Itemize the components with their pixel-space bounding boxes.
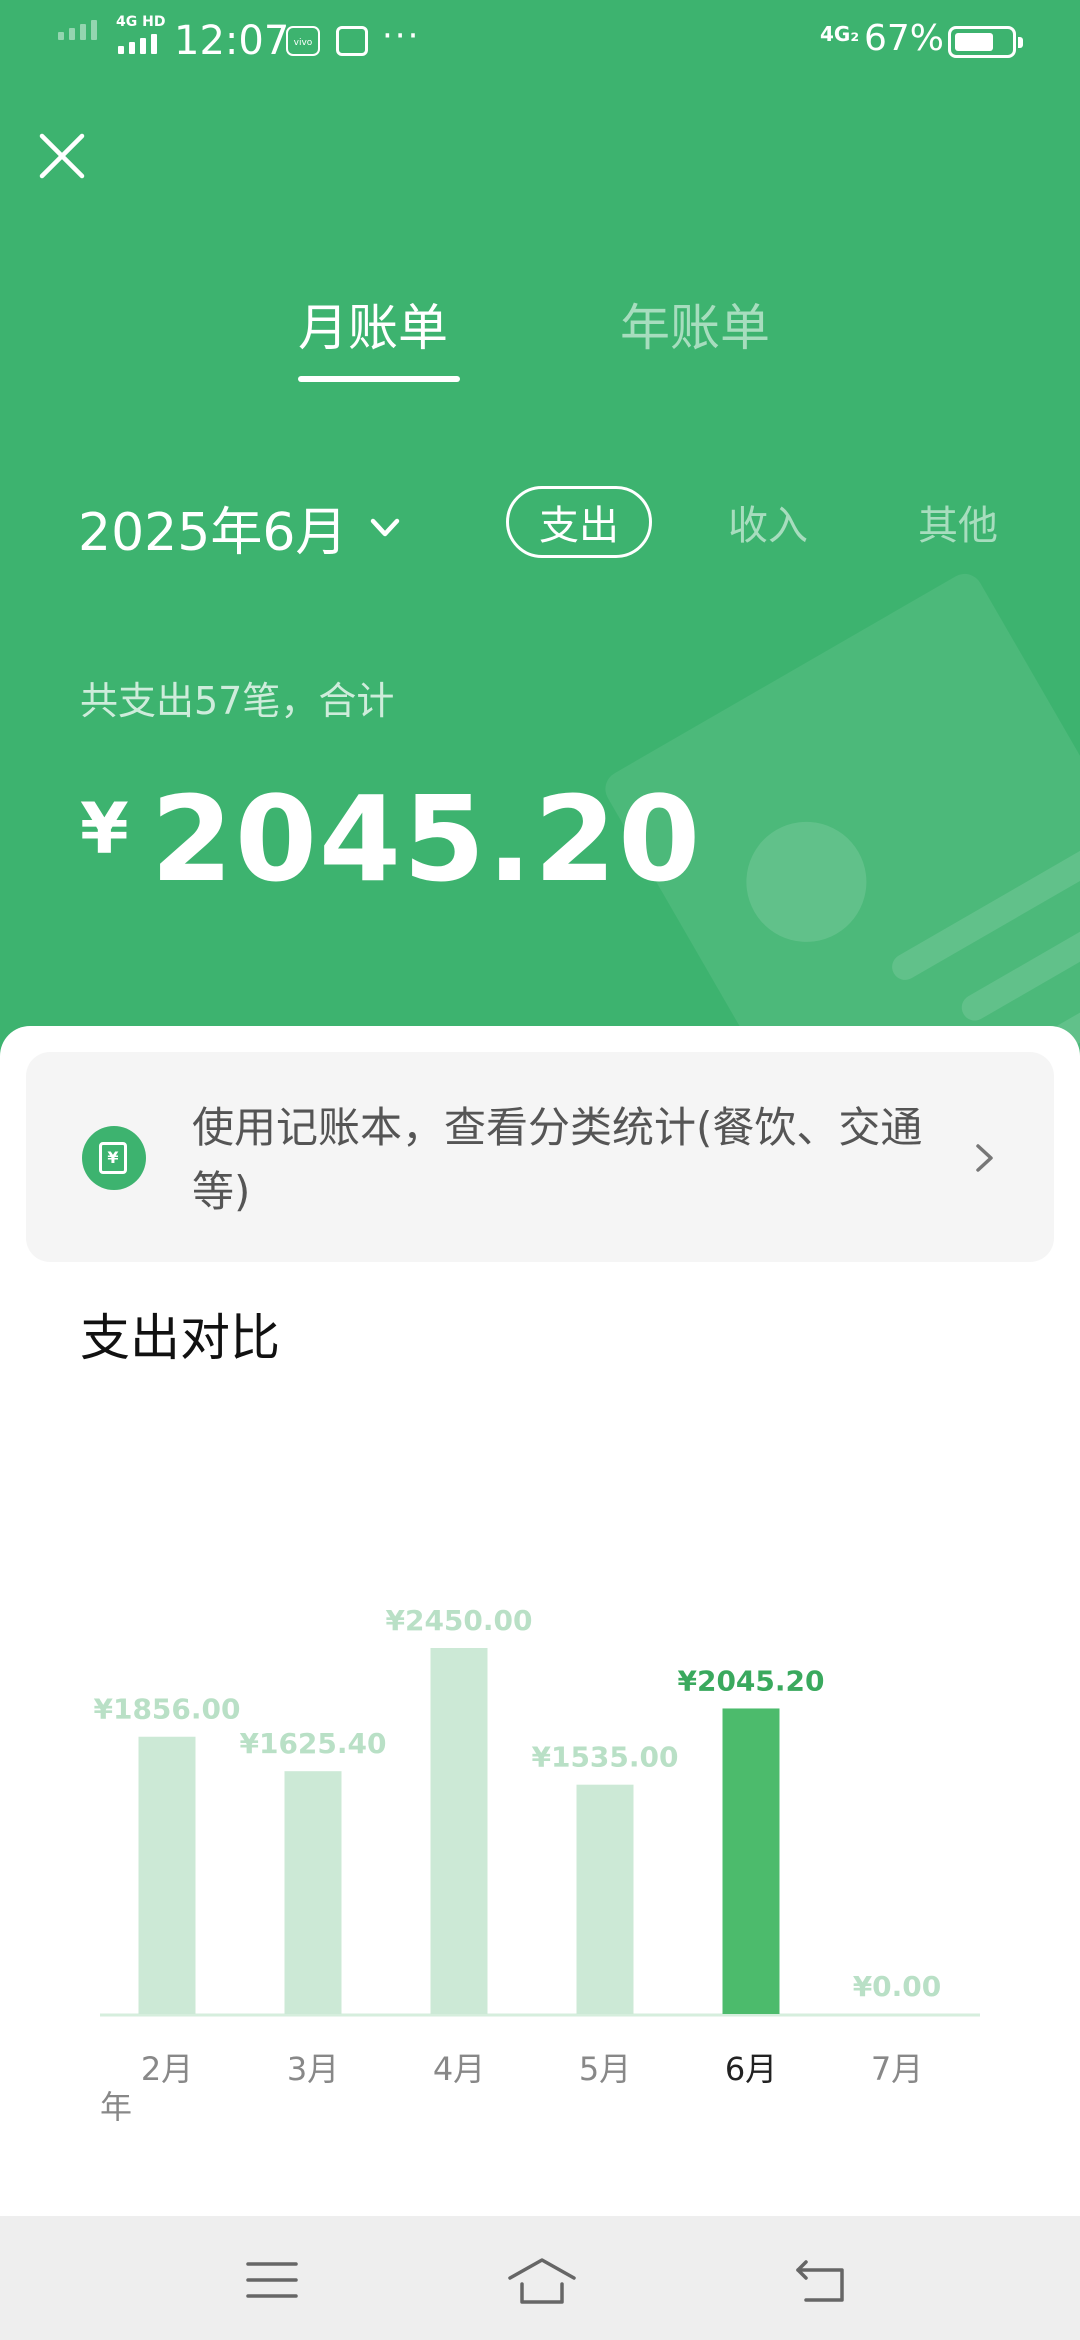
battery-percent: 67% (864, 18, 945, 59)
x-tick-4月: 4月 (433, 2050, 485, 2088)
expense-comparison-chart: ¥1856.00 2月 ¥1625.40 3月 ¥2450.00 4月 ¥1535.00 5月… (0, 1506, 1080, 2186)
x-tick-3月: 3月 (287, 2050, 339, 2088)
vivo-icon: vivo (286, 26, 320, 56)
signal-sim1-icon (58, 20, 97, 40)
value-label-3月: ¥1625.40 (239, 1727, 386, 1760)
value-label-4月: ¥2450.00 (385, 1604, 532, 1637)
chevron-down-icon (371, 518, 400, 536)
x-tick-6月: 6月 (725, 2050, 777, 2088)
x-tick-5月: 5月 (579, 2050, 631, 2088)
bill-type-tabs: 月账单 年账单 (0, 288, 1080, 388)
value-label-5月: ¥1535.00 (531, 1741, 678, 1774)
signal-sim2-icon (118, 34, 157, 54)
promo-text: 使用记账本，查看分类统计(餐饮、交通等) (192, 1103, 923, 1216)
bar-4月[interactable] (430, 1648, 488, 2014)
currency-symbol: ¥ (80, 788, 129, 870)
period-label: 2025年6月 (78, 503, 348, 563)
bar-6月[interactable] (722, 1708, 780, 2014)
bar-chart: ¥1856.00 2月 ¥1625.40 3月 ¥2450.00 4月 ¥1535.00 5月… (93, 1604, 980, 2088)
x-tick-2月: 2月 (141, 2050, 193, 2088)
year-label: 年 (100, 2088, 133, 2126)
value-label-6月: ¥2045.20 (677, 1664, 824, 1697)
back-icon[interactable] (792, 2248, 856, 2312)
ledger-icon: ¥ (82, 1126, 146, 1190)
expense-summary-text: 共支出57笔，合计 (80, 679, 395, 723)
x-tick-7月: 7月 (871, 2050, 923, 2088)
active-tab-indicator (298, 376, 460, 382)
period-selector[interactable]: 2025年6月 (78, 490, 405, 565)
home-icon[interactable] (506, 2248, 578, 2312)
value-label-2月: ¥1856.00 (93, 1693, 240, 1726)
header: 4G HD 12:07 vivo ··· 4G₂ 67% 月账单 年账单 202… (0, 0, 1080, 1100)
system-navigation-bar (0, 2216, 1080, 2340)
value-label-7月: ¥0.00 (853, 1970, 942, 2003)
filter-expense[interactable]: 支出 (506, 486, 652, 558)
filter-other[interactable]: 其他 (918, 486, 998, 558)
network-type-sim2: 4G₂ (820, 22, 860, 46)
tab-yearly-bill[interactable]: 年账单 (620, 288, 770, 360)
clock: 12:07 (174, 18, 290, 64)
tab-monthly-bill[interactable]: 月账单 (298, 288, 448, 360)
more-notifications-icon: ··· (382, 16, 421, 56)
ledger-promo-banner[interactable]: ¥ 使用记账本，查看分类统计(餐饮、交通等) (26, 1052, 1054, 1262)
wallet-notification-icon (336, 26, 368, 56)
filter-income[interactable]: 收入 (728, 486, 808, 558)
network-type-sim1: 4G HD (116, 14, 166, 30)
content-sheet: ¥ 使用记账本，查看分类统计(餐饮、交通等) 支出对比 ¥1856.00 2月 ¥1… (0, 1026, 1080, 2216)
bar-5月[interactable] (576, 1784, 634, 2014)
total-amount-value: 2045.20 (150, 770, 703, 908)
chevron-right-icon (976, 1144, 993, 1172)
bar-2月[interactable] (138, 1736, 196, 2014)
bar-3月[interactable] (284, 1771, 342, 2014)
close-button[interactable] (36, 130, 88, 182)
total-amount: ¥ 2045.20 (80, 770, 702, 908)
status-bar: 4G HD 12:07 vivo ··· 4G₂ 67% (0, 0, 1080, 84)
chart-title: 支出对比 (80, 1309, 280, 1367)
menu-icon[interactable] (240, 2248, 304, 2312)
close-icon (39, 133, 85, 179)
battery-icon (948, 26, 1023, 58)
